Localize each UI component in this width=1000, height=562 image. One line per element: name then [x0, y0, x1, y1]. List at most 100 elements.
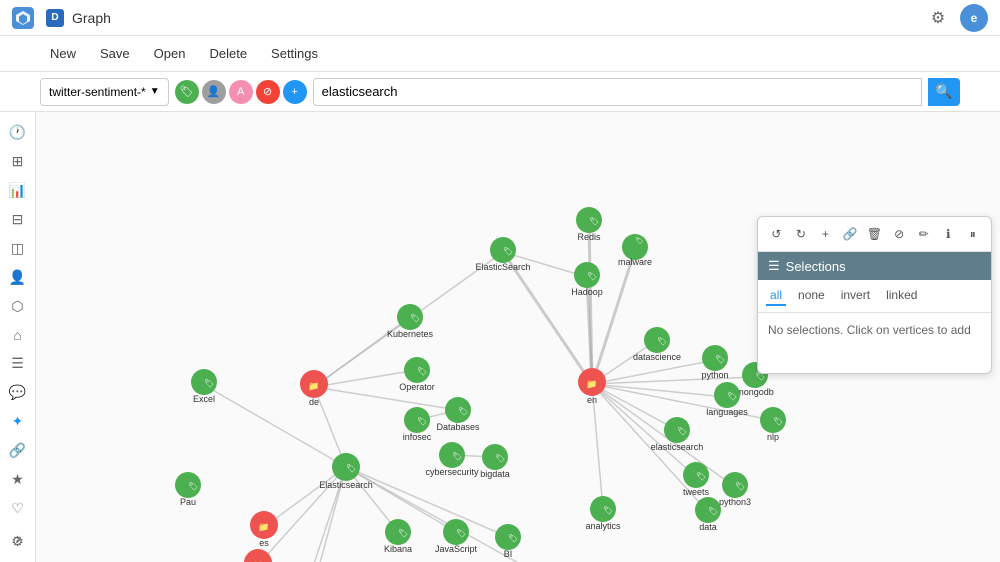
label-operator: Operator	[399, 382, 435, 392]
sidebar: 🕐 ⊞ 📊 ⊟ ◫ 👤 ⬡ ⌂ ☰ 💬 ✦ 🔗 ★ ♡ ⚙ ›	[0, 112, 36, 562]
graph-canvas[interactable]: 🏷 Redis 🏷 malware 🏷 ElasticSearch 🏷 Hado…	[36, 112, 1000, 562]
sidebar-layers-icon[interactable]: ◫	[4, 236, 32, 261]
svg-text:🏷: 🏷	[696, 472, 706, 481]
chevron-down-icon: ▼	[150, 86, 160, 97]
label-python: python	[701, 370, 728, 380]
sidebar-list-icon[interactable]: ☰	[4, 352, 32, 377]
sidebar-home-icon[interactable]: ⌂	[4, 323, 32, 348]
selections-empty-message: No selections. Click on vertices to add	[768, 323, 971, 337]
menu-open[interactable]: Open	[144, 42, 196, 65]
tab-linked[interactable]: linked	[882, 286, 921, 306]
sidebar-star-icon[interactable]: ★	[4, 467, 32, 492]
svg-text:🏷: 🏷	[410, 314, 420, 323]
sidebar-user-icon[interactable]: 👤	[4, 265, 32, 290]
undo-button[interactable]: ↺	[766, 223, 787, 245]
menu-delete[interactable]: Delete	[199, 42, 257, 65]
selections-title: Selections	[786, 259, 846, 274]
label-mongodb: mongodb	[736, 387, 774, 397]
label-hadoop: Hadoop	[571, 287, 603, 297]
sidebar-chat-icon[interactable]: 💬	[4, 380, 32, 405]
filter-person-icon[interactable]: 👤	[202, 80, 226, 104]
index-dropdown[interactable]: twitter-sentiment-* ▼	[40, 78, 169, 106]
filter-add-icon[interactable]: +	[283, 80, 307, 104]
svg-text:🏷: 🏷	[188, 482, 198, 491]
svg-text:🏷: 🏷	[508, 534, 518, 543]
label-bi: BI	[504, 549, 513, 559]
svg-text:🏷: 🏷	[635, 237, 644, 245]
workspace-badge: D	[46, 9, 64, 27]
filter-block-icon[interactable]: ⊘	[256, 80, 280, 104]
sidebar-table-icon[interactable]: ⊟	[4, 207, 32, 232]
selections-tabs: all none invert linked	[758, 280, 991, 313]
sidebar-collapse-button[interactable]: ›	[0, 526, 36, 554]
selections-content: No selections. Click on vertices to add	[758, 313, 991, 373]
label-nlp: nlp	[767, 432, 779, 442]
label-elasticsearch-mid: elasticsearch	[651, 442, 704, 452]
avatar[interactable]: e	[960, 4, 988, 32]
svg-text:🏷: 🏷	[495, 454, 505, 463]
redo-button[interactable]: ↻	[791, 223, 812, 245]
sidebar-link-icon[interactable]: 🔗	[4, 438, 32, 463]
svg-text:🏷: 🏷	[589, 217, 599, 226]
svg-text:🏷: 🏷	[417, 367, 427, 376]
svg-text:🏷: 🏷	[503, 247, 513, 256]
label-python3: python3	[719, 497, 751, 507]
search-input[interactable]	[313, 78, 922, 106]
svg-text:🏷: 🏷	[708, 507, 718, 516]
tab-invert[interactable]: invert	[837, 286, 874, 306]
filter-icons: 🏷 👤 A ⊘ +	[175, 80, 307, 104]
sidebar-heart-icon[interactable]: ♡	[4, 496, 32, 521]
menubar: New Save Open Delete Settings	[0, 36, 1000, 72]
svg-text:🏷: 🏷	[398, 529, 408, 538]
label-javascript: JavaScript	[435, 544, 478, 554]
label-languages: languages	[706, 407, 748, 417]
link-button[interactable]: 🔗	[840, 223, 861, 245]
label-infosec: infosec	[403, 432, 432, 442]
label-kibana: Kibana	[384, 544, 412, 554]
add-button[interactable]: +	[815, 223, 836, 245]
filter-text-icon[interactable]: A	[229, 80, 253, 104]
label-en: en	[587, 395, 597, 405]
sidebar-dashboard-icon[interactable]: ⊞	[4, 149, 32, 174]
edit-button[interactable]: ✏	[913, 223, 934, 245]
label-cybersecurity: cybersecurity	[425, 467, 479, 477]
label-databases: Databases	[436, 422, 480, 432]
delete-button[interactable]: 🗑	[864, 223, 885, 245]
toolbar: twitter-sentiment-* ▼ 🏷 👤 A ⊘ + 🔍	[0, 72, 1000, 112]
sidebar-grid-icon[interactable]: ⬡	[4, 294, 32, 319]
app-title: Graph	[72, 10, 111, 26]
menu-settings[interactable]: Settings	[261, 42, 328, 65]
svg-text:🏷: 🏷	[657, 337, 667, 346]
label-de: de	[309, 397, 319, 407]
pause-button[interactable]: ⏸	[963, 223, 984, 245]
block-button[interactable]: ⊘	[889, 223, 910, 245]
svg-text:📁: 📁	[308, 381, 319, 391]
sidebar-clock-icon[interactable]: 🕐	[4, 120, 32, 145]
titlebar: D Graph ⚙ e	[0, 0, 1000, 36]
selections-title-icon: ☰	[768, 258, 780, 274]
info-button[interactable]: ℹ	[938, 223, 959, 245]
svg-text:🏷: 🏷	[587, 272, 597, 281]
search-button[interactable]: 🔍	[928, 78, 960, 106]
svg-text:🏷: 🏷	[727, 392, 737, 401]
selections-panel: ↺ ↻ + 🔗 🗑 ⊘ ✏ ℹ ⏸ ☰ Selections all none …	[757, 216, 992, 374]
tab-all[interactable]: all	[766, 286, 786, 306]
label-pau: Pau	[180, 497, 196, 507]
sidebar-graph-icon[interactable]: ✦	[4, 409, 32, 434]
label-analytics: analytics	[585, 521, 621, 531]
label-es: es	[259, 538, 269, 548]
settings-button[interactable]: ⚙	[924, 4, 952, 32]
selections-title-bar: ☰ Selections	[758, 252, 991, 280]
label-data: data	[699, 522, 717, 532]
filter-tag-icon[interactable]: 🏷	[175, 80, 199, 104]
sidebar-chart-icon[interactable]: 📊	[4, 178, 32, 203]
svg-text:🏷: 🏷	[715, 355, 725, 364]
menu-save[interactable]: Save	[90, 42, 140, 65]
svg-text:🏷: 🏷	[452, 452, 462, 461]
label-tweets: tweets	[683, 487, 710, 497]
svg-text:🏷: 🏷	[346, 464, 356, 473]
menu-new[interactable]: New	[40, 42, 86, 65]
label-malware: malware	[618, 257, 652, 267]
tab-none[interactable]: none	[794, 286, 829, 306]
label-elasticsearch-main: Elasticsearch	[319, 480, 373, 490]
